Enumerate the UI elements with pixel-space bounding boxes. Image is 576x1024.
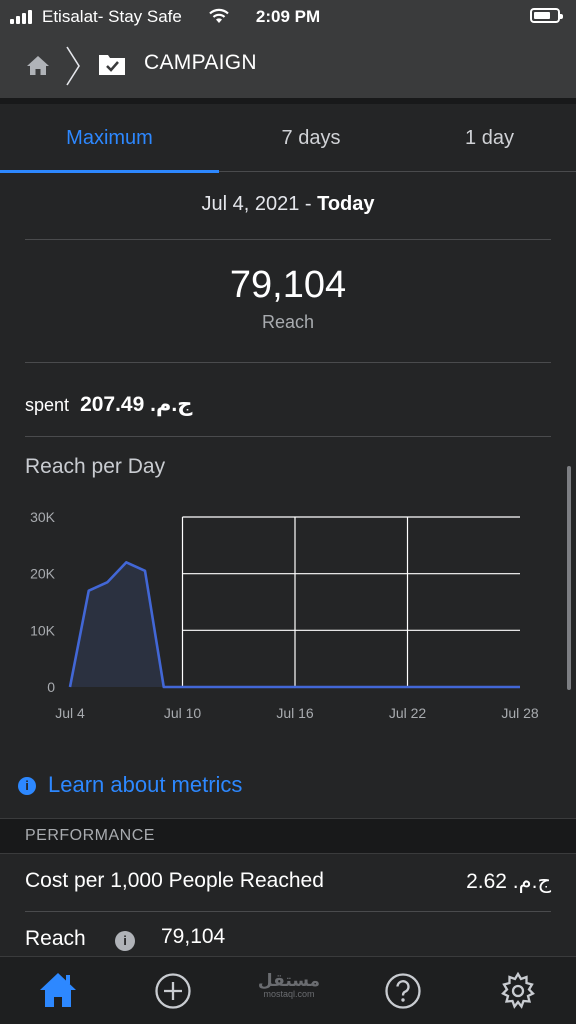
navigation-bar: CAMPAIGN (0, 32, 576, 98)
x-tick-label: Jul 22 (389, 705, 427, 721)
performance-section-header: PERFORMANCE (0, 818, 576, 854)
help-icon[interactable] (383, 971, 423, 1011)
battery-icon (530, 8, 563, 23)
watermark-latin: mostaql.com (263, 989, 315, 999)
spent-amount: ج.م. 207.49 (80, 393, 193, 416)
x-tick-label: Jul 28 (501, 705, 539, 721)
reach-row-value: 79,104 (161, 925, 226, 948)
status-bar: Etisalat- Stay Safe 2:09 PM (0, 0, 576, 32)
date-range-start: Jul 4, 2021 (201, 193, 300, 215)
x-tick-label: Jul 10 (164, 705, 202, 721)
date-range-tabs: Maximum 7 days 1 day (0, 104, 576, 173)
y-tick-label: 0 (47, 679, 55, 695)
reach-row-label: Reach (25, 927, 86, 950)
reach-total-label: Reach (261, 312, 315, 332)
spent-label: spent (25, 395, 70, 415)
learn-link-label: Learn about metrics (48, 772, 243, 797)
campaign-folder-icon (99, 55, 125, 75)
tab-1-day-label: 1 day (465, 127, 514, 149)
chart-title: Reach per Day (25, 455, 166, 478)
scroll-indicator[interactable] (567, 466, 571, 690)
learn-about-metrics-link[interactable]: i Learn about metrics (18, 772, 242, 798)
watermark: مستقل mostaql.com (252, 971, 326, 1005)
bottom-tab-bar: مستقل mostaql.com (0, 956, 576, 1024)
y-tick-label: 30K (30, 509, 56, 525)
clock: 2:09 PM (255, 7, 321, 26)
tab-maximum-label: Maximum (66, 127, 153, 149)
active-tab-indicator (0, 170, 219, 173)
cost-per-1000-value: ج.م. 2.62 (466, 870, 551, 893)
date-range: Jul 4, 2021 - Today (0, 193, 576, 216)
reach-per-day-chart: 0 10K 20K 30K Jul 4 Jul 10 Jul 16 Jul 22 Jul 28 (30, 509, 539, 721)
x-tick-label: Jul 4 (55, 705, 85, 721)
date-range-separator: - (299, 193, 318, 215)
cost-per-1000-label: Cost per 1,000 People Reached (25, 869, 324, 892)
y-tick-label: 20K (30, 566, 56, 582)
home-breadcrumb-icon[interactable] (26, 54, 50, 76)
x-tick-label: Jul 16 (276, 705, 314, 721)
info-icon: i (18, 777, 36, 795)
add-circle-icon[interactable] (153, 971, 193, 1011)
date-range-end: Today (317, 193, 375, 215)
page-title: CAMPAIGN (144, 51, 257, 74)
amount-spent: spent ج.م. 207.49 (25, 392, 192, 417)
reach-total-value: 79,104 (229, 264, 347, 306)
settings-icon[interactable] (498, 971, 538, 1011)
reach-info-icon[interactable]: i (115, 931, 135, 951)
tab-1-day[interactable]: 1 day (403, 104, 576, 172)
tab-maximum[interactable]: Maximum (0, 104, 219, 173)
watermark-arabic: مستقل (257, 971, 321, 990)
divider (25, 436, 551, 437)
tab-7-days[interactable]: 7 days (219, 104, 403, 172)
chevron-right-icon (66, 46, 80, 86)
tab-7-days-label: 7 days (281, 127, 341, 149)
divider (25, 239, 551, 240)
divider (25, 911, 551, 912)
y-tick-label: 10K (30, 622, 56, 638)
home-icon[interactable] (38, 971, 78, 1009)
performance-header-label: PERFORMANCE (25, 827, 155, 844)
divider (25, 362, 551, 363)
